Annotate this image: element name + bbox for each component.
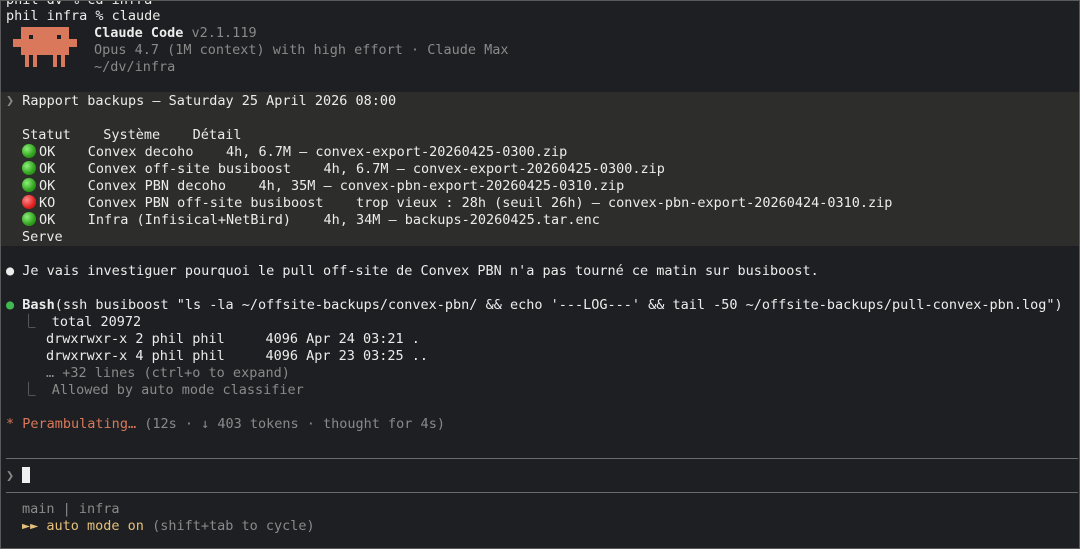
working-directory: ~/dv/infra <box>94 59 176 75</box>
tree-branch-icon: ⎿ <box>22 314 36 330</box>
app-header-title: Claude Code v2.1.119 <box>94 25 257 42</box>
green-circle-icon <box>22 144 36 158</box>
report-title: Rapport backups — Saturday 25 April 2026… <box>22 93 397 109</box>
expand-output-hint[interactable]: … +32 lines (ctrl+o to expand) <box>46 365 290 382</box>
terminal-window: phil dv % cd infra phil infra % claude C… <box>0 0 1080 549</box>
permission-note-text: Allowed by auto mode classifier <box>51 382 304 398</box>
branch-info: main | infra <box>22 501 120 517</box>
user-message-title-line: ❯ Rapport backups — Saturday 25 April 20… <box>6 93 396 110</box>
report-row-status: OK <box>39 161 56 177</box>
bullet-icon: ● <box>6 263 15 279</box>
report-column-headers: Statut Système Détail <box>22 127 242 143</box>
green-circle-icon <box>22 161 36 175</box>
input-prompt-chevron-icon: ❯ <box>6 468 15 484</box>
prompt-chevron-icon: ❯ <box>6 93 15 109</box>
fast-forward-icon: ►► <box>22 518 39 534</box>
report-row-text: Infra (Infisical+NetBird) 4h, 34M — back… <box>87 212 600 228</box>
report-row-text: Convex PBN decoho 4h, 35M — convex-pbn-e… <box>87 178 625 194</box>
assistant-message: Je vais investiguer pourquoi le pull off… <box>22 263 819 279</box>
report-row: OK Convex PBN decoho 4h, 35M — convex-pb… <box>22 178 624 195</box>
input-bottom-divider <box>6 492 1078 493</box>
text-cursor <box>22 467 31 483</box>
shell-prompt-line: phil infra % claude <box>6 8 161 24</box>
tool-output-line: ⎿ total 20972 <box>22 314 141 331</box>
green-circle-icon <box>22 212 36 226</box>
report-row-status: OK <box>39 212 56 228</box>
report-trailing-text: Serve <box>22 229 63 245</box>
report-row-text: Convex off-site busiboost 4h, 6.7M — con… <box>87 161 665 177</box>
tool-call-line: ● Bash(ssh busiboost "ls -la ~/offsite-b… <box>6 297 1063 314</box>
tree-branch-icon: ⎿ <box>22 382 36 398</box>
report-row-text: Convex PBN off-site busiboost trop vieux… <box>87 195 893 211</box>
working-status-line: * Perambulating… (12s · ↓ 403 tokens · t… <box>6 416 445 433</box>
status-details: (12s · ↓ 403 tokens · thought for 4s) <box>144 416 445 432</box>
input-top-divider <box>6 458 1078 459</box>
claude-crab-logo-icon <box>13 27 77 67</box>
report-row: KO Convex PBN off-site busiboost trop vi… <box>22 195 892 212</box>
tool-status-dot-icon: ● <box>6 297 15 313</box>
report-row-status: OK <box>39 178 56 194</box>
app-name: Claude Code <box>94 25 184 41</box>
permission-note: ⎿ Allowed by auto mode classifier <box>22 382 304 399</box>
green-circle-icon <box>22 178 36 192</box>
tool-output-text: drwxrwxr-x 2 phil phil 4096 Apr 24 03:21… <box>46 331 420 347</box>
report-row-status: KO <box>39 195 56 211</box>
tool-output-text: drwxrwxr-x 4 phil phil 4096 Apr 23 03:25… <box>46 348 429 364</box>
report-row: OK Convex off-site busiboost 4h, 6.7M — … <box>22 161 665 178</box>
model-info: Opus 4.7 (1M context) with high effort ·… <box>94 42 509 58</box>
tool-output-text: total 20972 <box>51 314 142 330</box>
spinner-icon: * <box>6 416 15 432</box>
mode-hint: (shift+tab to cycle) <box>152 518 315 534</box>
report-row: OK Convex decoho 4h, 6.7M — convex-expor… <box>22 144 567 161</box>
app-version: v2.1.119 <box>191 25 257 41</box>
tool-name: Bash <box>22 297 55 313</box>
report-row-text: Convex decoho 4h, 6.7M — convex-export-2… <box>87 144 568 160</box>
mode-indicator[interactable]: ►► auto mode on (shift+tab to cycle) <box>22 518 315 535</box>
status-verb: Perambulating… <box>22 416 137 432</box>
mode-label: auto mode on <box>46 518 144 534</box>
red-circle-icon <box>22 195 36 209</box>
assistant-message-line: ● Je vais investiguer pourquoi le pull o… <box>6 263 819 280</box>
report-row: OK Infra (Infisical+NetBird) 4h, 34M — b… <box>22 212 600 229</box>
report-row-status: OK <box>39 144 56 160</box>
prompt-input[interactable]: ❯ <box>6 467 31 484</box>
tool-args: (ssh busiboost "ls -la ~/offsite-backups… <box>54 297 1063 313</box>
